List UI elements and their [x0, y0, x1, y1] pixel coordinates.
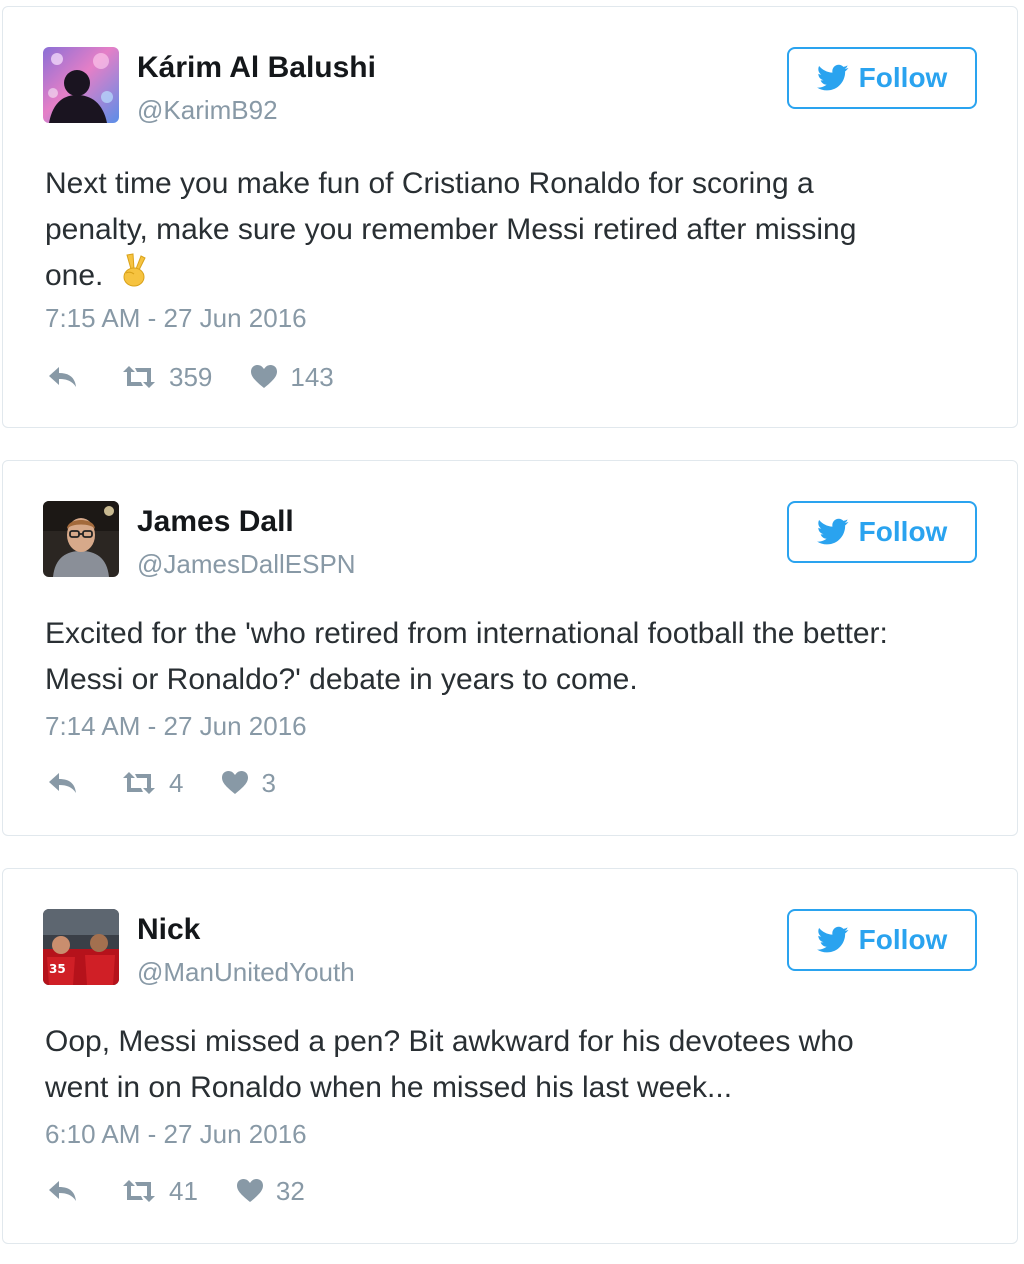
like-count: 3 — [261, 767, 276, 798]
retweet-button[interactable]: 4 — [121, 768, 183, 799]
retweet-icon — [123, 366, 155, 388]
timestamp[interactable]: 7:15 AM - 27 Jun 2016 — [45, 303, 307, 334]
retweet-icon — [123, 772, 155, 794]
reply-button[interactable] — [45, 1178, 79, 1204]
tweet-actions: 41 32 — [45, 1175, 305, 1207]
reply-icon — [49, 773, 76, 793]
heart-icon — [251, 365, 278, 388]
timestamp[interactable]: 6:10 AM - 27 Jun 2016 — [45, 1119, 307, 1150]
user-handle[interactable]: @JamesDallESPN — [137, 549, 356, 580]
tweet-actions: 4 3 — [45, 767, 276, 799]
user-handle[interactable]: @ManUnitedYouth — [137, 957, 355, 988]
display-name[interactable]: Kárim Al Balushi — [137, 51, 376, 85]
follow-button[interactable]: Follow — [787, 501, 977, 563]
display-name[interactable]: James Dall — [137, 505, 294, 539]
tweet-text: Next time you make fun of Cristiano Rona… — [45, 161, 985, 301]
tweet-text-line: one. — [45, 259, 104, 292]
twitter-bird-icon — [816, 518, 849, 545]
timestamp[interactable]: 7:14 AM - 27 Jun 2016 — [45, 711, 307, 742]
like-button[interactable]: 3 — [221, 767, 276, 799]
follow-label: Follow — [858, 516, 948, 547]
tweet-text-line: Excited for the 'who retired from intern… — [45, 617, 888, 650]
heart-icon — [222, 771, 249, 794]
tweet-text: Excited for the 'who retired from intern… — [45, 611, 985, 703]
user-handle[interactable]: @KarimB92 — [137, 95, 278, 126]
tweet-text-line: Messi or Ronaldo?' debate in years to co… — [45, 663, 638, 696]
avatar[interactable] — [43, 47, 119, 123]
like-button[interactable]: 143 — [250, 361, 334, 393]
svg-text:35: 35 — [49, 962, 66, 976]
retweet-count: 41 — [169, 1175, 198, 1206]
follow-label: Follow — [858, 924, 948, 955]
like-button[interactable]: 32 — [236, 1176, 305, 1207]
twitter-bird-icon — [816, 64, 849, 91]
tweet-card: 35 Nick @ManUnitedYouth Follow Oop, Mess… — [2, 868, 1018, 1244]
retweet-button[interactable]: 41 — [121, 1176, 198, 1207]
tweet-text-line: Next time you make fun of Cristiano Rona… — [45, 167, 814, 200]
display-name[interactable]: Nick — [137, 913, 200, 947]
follow-button[interactable]: Follow — [787, 909, 977, 971]
retweet-count: 4 — [169, 767, 184, 798]
reply-button[interactable] — [45, 770, 79, 796]
avatar[interactable] — [43, 501, 119, 577]
follow-label: Follow — [858, 62, 948, 93]
retweet-icon — [123, 1180, 155, 1202]
avatar[interactable]: 35 — [43, 909, 119, 985]
reply-icon — [49, 1181, 76, 1201]
retweet-button[interactable]: 359 — [121, 362, 212, 393]
tweet-text-line: Oop, Messi missed a pen? Bit awkward for… — [45, 1025, 854, 1058]
tweet-text-line: penalty, make sure you remember Messi re… — [45, 213, 857, 246]
victory-hand-emoji-icon — [119, 253, 149, 301]
like-count: 143 — [290, 361, 334, 392]
reply-button[interactable] — [45, 364, 79, 390]
heart-icon — [236, 1179, 263, 1202]
tweet-text: Oop, Messi missed a pen? Bit awkward for… — [45, 1019, 985, 1111]
tweet-text-line: went in on Ronaldo when he missed his la… — [45, 1071, 733, 1104]
twitter-bird-icon — [816, 926, 849, 953]
tweet-actions: 359 143 — [45, 361, 334, 393]
tweet-card: Kárim Al Balushi @KarimB92 Follow Next t… — [2, 6, 1018, 428]
reply-icon — [49, 367, 76, 387]
follow-button[interactable]: Follow — [787, 47, 977, 109]
tweet-card: James Dall @JamesDallESPN Follow Excited… — [2, 460, 1018, 836]
retweet-count: 359 — [169, 361, 213, 392]
like-count: 32 — [275, 1175, 305, 1206]
